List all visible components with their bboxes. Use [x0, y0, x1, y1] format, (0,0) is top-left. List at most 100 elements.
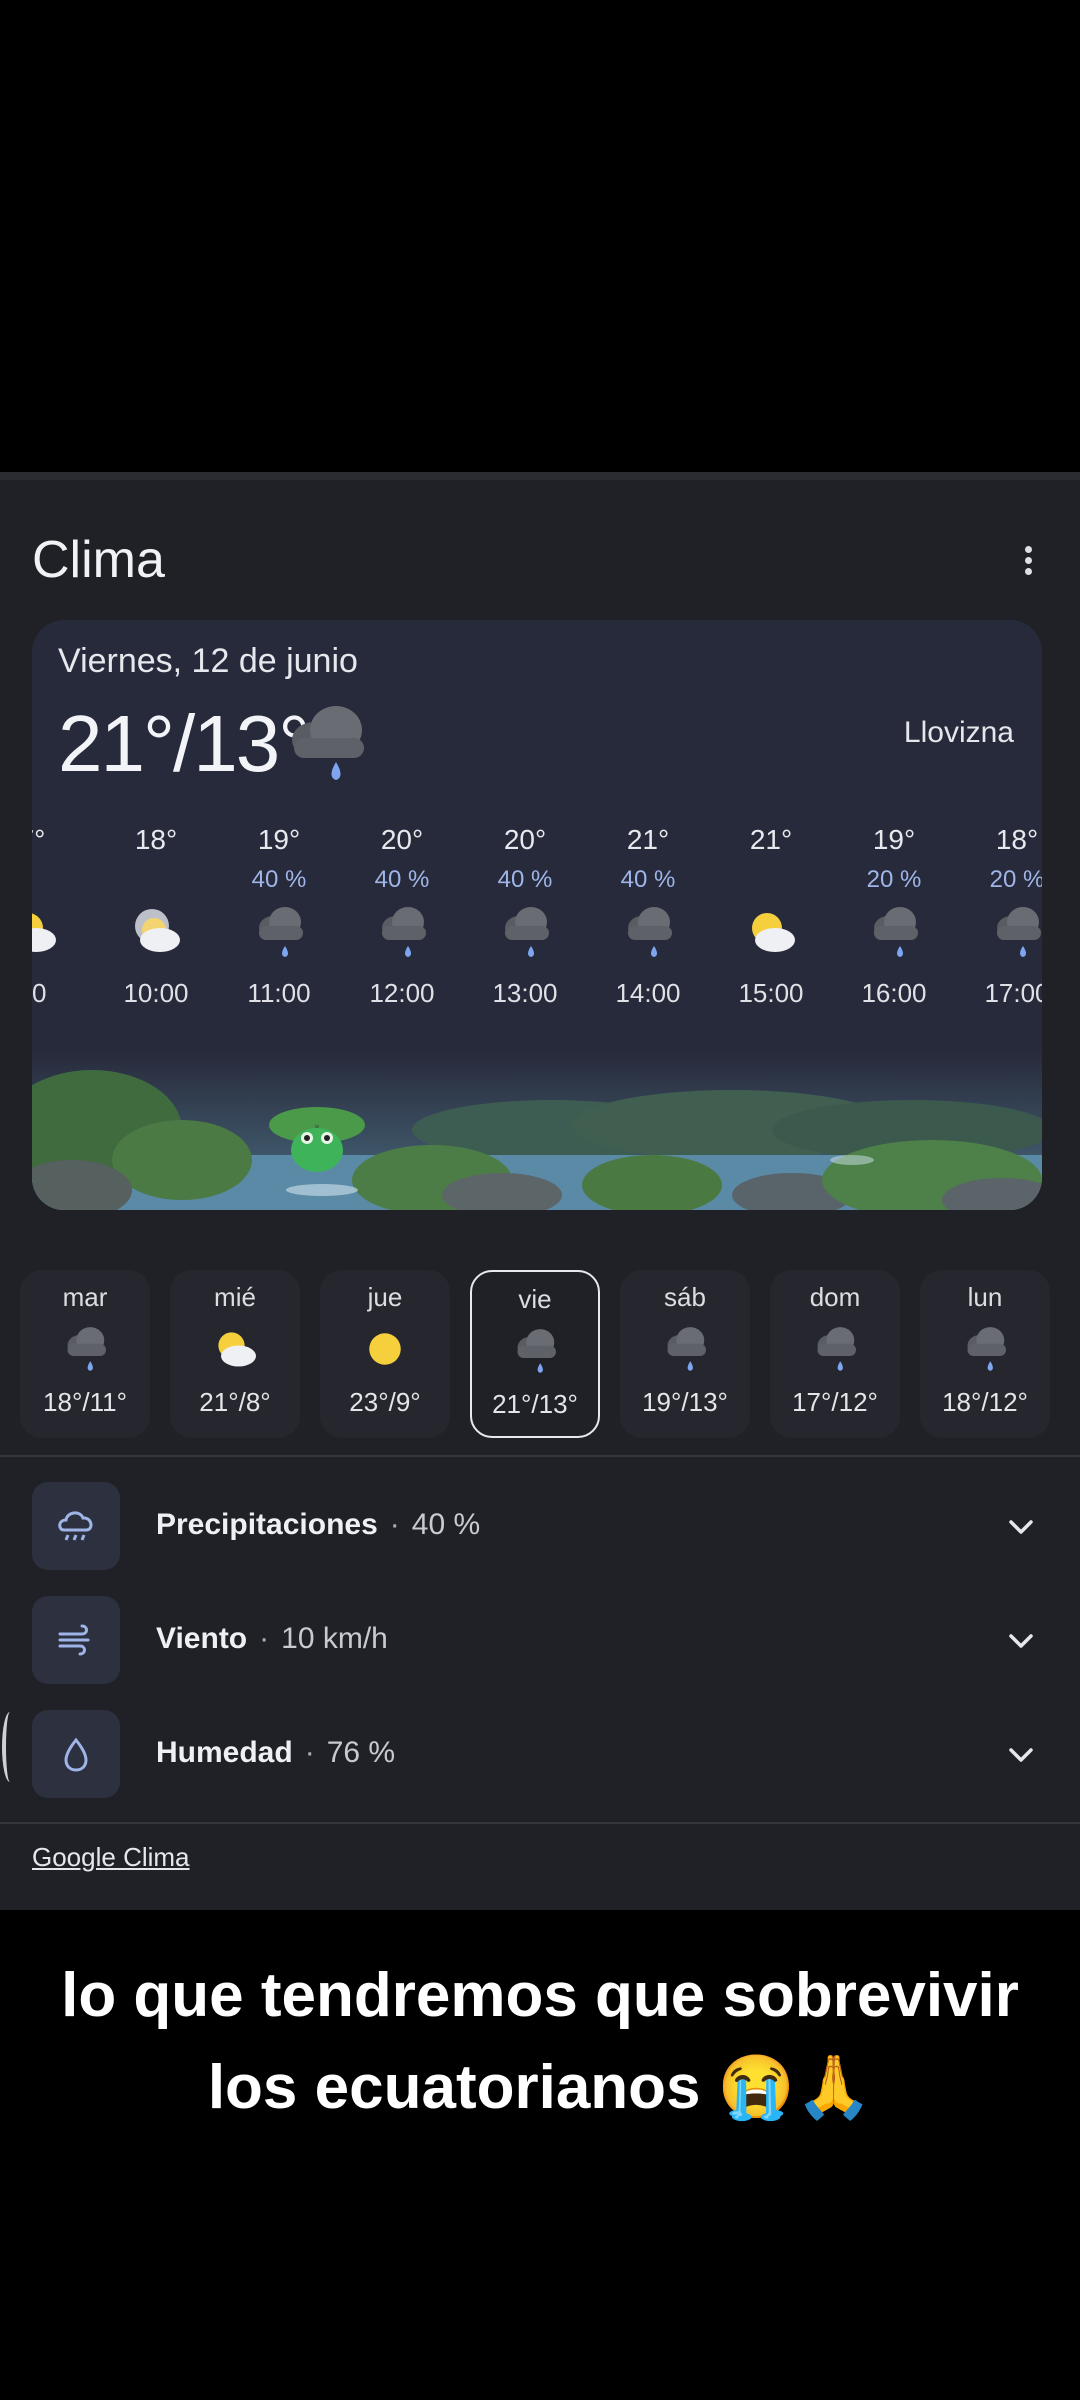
hour-time: 11:00 [247, 978, 311, 1008]
sun-cloud-icon [170, 1321, 300, 1377]
hour-precip [32, 860, 94, 900]
day-card[interactable]: dom 17°/12° [770, 1270, 900, 1438]
chevron-down-icon[interactable] [1006, 1740, 1036, 1775]
humidity-label: Humedad [156, 1736, 293, 1769]
day-card[interactable]: lun 18°/12° [920, 1270, 1050, 1438]
rain-cloud-icon [217, 900, 341, 964]
hour-time: 10:00 [123, 978, 189, 1008]
hour-temp: 18° [995, 824, 1039, 855]
google-weather-link[interactable]: Google Clima [32, 1842, 190, 1873]
hour-time: 00 [32, 978, 47, 1008]
rain-cloud-icon [832, 900, 956, 964]
day-card[interactable]: mié 21°/8° [170, 1270, 300, 1438]
hour-temp: 19° [257, 824, 301, 855]
hour-temp: 7° [32, 824, 46, 855]
day-card-selected[interactable]: vie 21°/13° [470, 1270, 600, 1438]
hour-precip: 40 % [251, 866, 307, 893]
hour-temp: 19° [872, 824, 916, 855]
rain-cloud-icon [955, 900, 1042, 964]
today-temp-range: 21°/13° [58, 699, 310, 788]
hour-item: 20° 40 % 12:00 [340, 820, 464, 1016]
rain-cloud-icon [20, 1321, 150, 1377]
detail-row-humidity[interactable]: Humedad · 76 % [32, 1710, 1042, 1800]
dot [1024, 568, 1032, 575]
hour-item: 19° 40 % 11:00 [217, 820, 341, 1016]
rain-cloud-icon [463, 900, 587, 964]
rain-cloud-icon [586, 900, 710, 964]
rain-scene-illustration [32, 1050, 1042, 1210]
hour-precip [709, 860, 833, 900]
hour-item: 19° 20 % 16:00 [832, 820, 956, 1016]
hour-time: 14:00 [615, 978, 681, 1008]
rain-cloud-icon [770, 1321, 900, 1377]
day-name: mié [214, 1282, 256, 1312]
wind-icon [32, 1596, 120, 1684]
rain-cloud-icon [920, 1321, 1050, 1377]
day-temp-range: 19°/13° [642, 1387, 728, 1417]
day-name: mar [62, 1282, 108, 1312]
more-options-button[interactable] [1016, 542, 1040, 586]
day-name: dom [809, 1282, 861, 1312]
hour-precip: 20 % [866, 866, 922, 893]
day-card[interactable]: jue 23°/9° [320, 1270, 450, 1438]
day-temp-range: 18°/11° [43, 1387, 127, 1417]
hour-time: 16:00 [861, 978, 927, 1008]
hour-item: 20° 40 % 13:00 [463, 820, 587, 1016]
weather-card: Clima Viernes, 12 de junio 21°/13° Llovi… [0, 472, 1080, 1910]
app-title: Clima [32, 531, 165, 589]
edge-handle [2, 1712, 18, 1782]
hour-item: 21° 40 % 14:00 [586, 820, 710, 1016]
caption-line-2: los ecuatorianos 😭🙏 [207, 2053, 873, 2122]
sun-cloud-icon [709, 900, 833, 964]
rain-cloud-icon [620, 1321, 750, 1377]
detail-row-wind[interactable]: Viento · 10 km/h [32, 1596, 1042, 1686]
rain-cloud-icon [284, 702, 374, 787]
chevron-down-icon[interactable] [1006, 1626, 1036, 1661]
humidity-value: 76 % [326, 1736, 396, 1769]
hourly-forecast[interactable]: 7° 00 18° 10:00 19° 40 % [32, 820, 1042, 1020]
day-name: jue [367, 1282, 403, 1312]
hour-temp: 21° [749, 824, 793, 855]
moon-cloud-icon [94, 900, 218, 964]
daily-forecast[interactable]: mar 18°/11° mié 21°/8° jue 23°/9° vie 21… [20, 1270, 1080, 1440]
today-date: Viernes, 12 de junio [58, 642, 358, 680]
wind-label: Viento [156, 1622, 248, 1655]
droplet-icon [32, 1710, 120, 1798]
hour-precip: 40 % [620, 866, 676, 893]
day-card[interactable]: mar 18°/11° [20, 1270, 150, 1438]
dot [1024, 546, 1032, 553]
day-name: lun [967, 1282, 1003, 1312]
day-card[interactable]: sáb 19°/13° [620, 1270, 750, 1438]
hour-temp: 21° [626, 824, 670, 855]
detail-row-precipitation[interactable]: Precipitaciones · 40 % [32, 1482, 1042, 1572]
today-panel: Viernes, 12 de junio 21°/13° Llovizna 7°… [32, 620, 1042, 1210]
detail-label: Viento · 10 km/h [156, 1622, 388, 1656]
hour-precip: 20 % [989, 866, 1042, 893]
divider [0, 1822, 1080, 1824]
day-name: vie [518, 1284, 552, 1314]
hour-precip: 40 % [374, 866, 430, 893]
divider [0, 1455, 1080, 1457]
hour-temp: 20° [503, 824, 547, 855]
video-caption: lo que tendremos que sobrevivir los ecua… [0, 1950, 1080, 2134]
detail-label: Humedad · 76 % [156, 1736, 395, 1770]
separator-dot: · [304, 1736, 315, 1769]
dot [1024, 557, 1032, 564]
rain-cloud-icon [472, 1323, 598, 1379]
day-temp-range: 21°/8° [199, 1387, 271, 1417]
caption-line-1: lo que tendremos que sobrevivir [61, 1961, 1019, 2030]
sun-cloud-icon [32, 900, 94, 964]
hour-time: 15:00 [738, 978, 804, 1008]
day-temp-range: 23°/9° [349, 1387, 421, 1417]
day-name: sáb [664, 1282, 706, 1312]
day-temp-range: 17°/12° [792, 1387, 878, 1417]
chevron-down-icon[interactable] [1006, 1512, 1036, 1547]
precipitation-label: Precipitaciones [156, 1508, 378, 1541]
day-temp-range: 18°/12° [942, 1387, 1028, 1417]
hour-temp: 18° [134, 824, 178, 855]
precipitation-value: 40 % [411, 1508, 481, 1541]
sun-icon [320, 1321, 450, 1377]
separator-dot: · [259, 1622, 270, 1655]
hour-time: 17:00 [984, 978, 1042, 1008]
hour-item: 18° 10:00 [94, 820, 218, 1016]
